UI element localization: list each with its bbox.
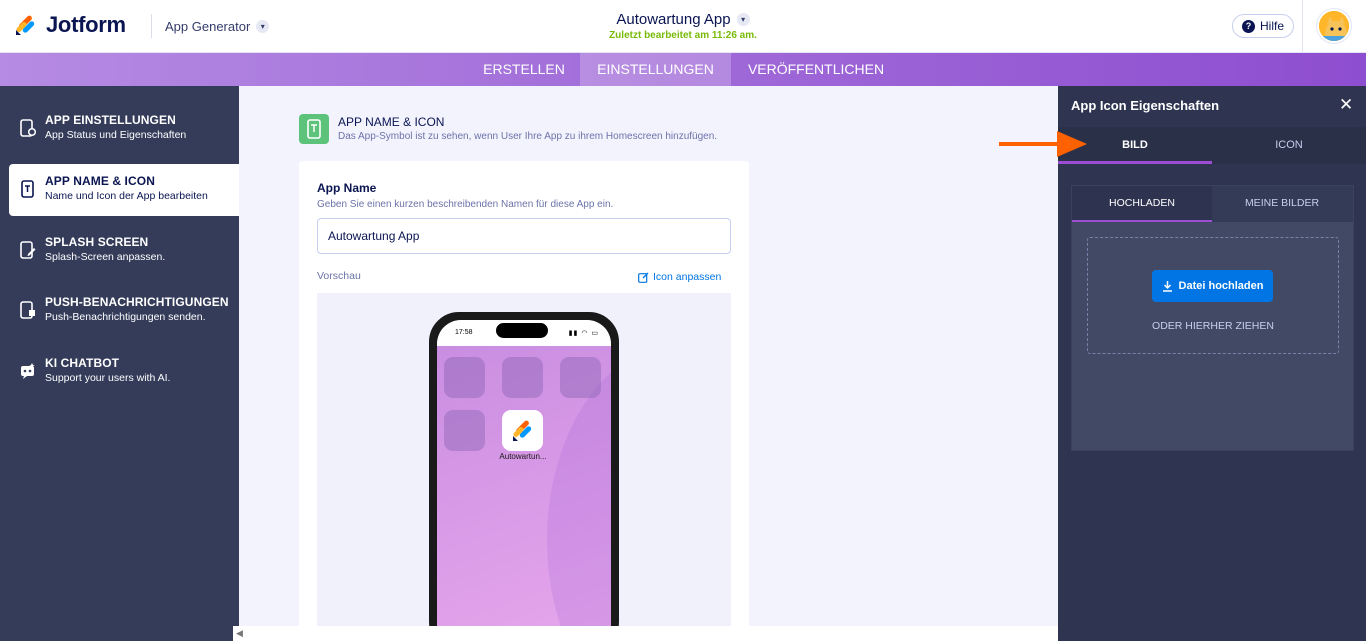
tab-veroeffentlichen[interactable]: VERÖFFENTLICHEN — [731, 53, 901, 86]
top-header: Jotform App Generator ▾ Autowartung App … — [0, 0, 1366, 53]
app-icon-preview — [502, 410, 543, 451]
help-icon: ? — [1242, 19, 1255, 33]
phone-text-icon — [21, 180, 34, 198]
phone-notch — [496, 323, 548, 338]
phone-gear-icon — [20, 119, 36, 137]
upload-file-label: Datei hochladen — [1178, 280, 1264, 292]
help-label: Hilfe — [1260, 19, 1285, 33]
placeholder-app-tile — [444, 357, 485, 398]
phone-screen: 17:58 ▮▮ ◠ ▭ Autowartun... — [437, 320, 611, 641]
app-name-label: App Name — [317, 181, 377, 195]
last-edited-status: Zuletzt bearbeitet am 11:26 am. — [609, 30, 757, 41]
placeholder-app-tile — [502, 357, 543, 398]
header-divider — [1302, 0, 1303, 53]
app-name-help: Geben Sie einen kurzen beschreibenden Na… — [317, 199, 614, 210]
sidebar-item-subtitle: Name und Icon der App bearbeiten — [45, 190, 208, 202]
main-nav: ERSTELLEN EINSTELLUNGEN VERÖFFENTLICHEN — [0, 53, 1366, 86]
download-icon — [1162, 281, 1172, 292]
placeholder-app-tile — [444, 410, 485, 451]
edit-icon — [638, 272, 649, 283]
jotform-logo-icon — [513, 420, 532, 441]
customize-icon-label: Icon anpassen — [653, 271, 722, 283]
horizontal-scrollbar[interactable]: ◀ — [233, 626, 1058, 641]
sidebar-item-ai-chatbot[interactable]: KI CHATBOT Support your users with AI. — [9, 346, 239, 398]
app-title-block: Autowartung App ▾ Zuletzt bearbeitet am … — [0, 11, 1366, 41]
sidebar-item-splash-screen[interactable]: SPLASH SCREEN Splash-Screen anpassen. — [9, 225, 239, 277]
section-subtitle: Das App-Symbol ist zu sehen, wenn User I… — [338, 131, 718, 142]
sidebar-item-title: SPLASH SCREEN — [45, 235, 149, 249]
phone-notification-icon — [20, 301, 35, 319]
sidebar-item-push-notifications[interactable]: PUSH-BENACHRICHTIGUNGEN Push-Benachricht… — [9, 285, 239, 337]
sidebar-item-subtitle: App Status und Eigenschaften — [45, 129, 187, 141]
app-name-card: App Name Geben Sie einen kurzen beschrei… — [299, 161, 749, 641]
phone-time: 17:58 — [455, 329, 473, 336]
phone-text-icon — [307, 119, 321, 139]
sidebar-item-title: PUSH-BENACHRICHTIGUNGEN — [45, 295, 229, 309]
app-icon-properties-panel: App Icon Eigenschaften ✕ BILD ICON HOCHL… — [1058, 86, 1366, 641]
placeholder-app-tile — [560, 357, 601, 398]
scroll-left-icon[interactable]: ◀ — [236, 628, 243, 639]
app-icon-label: Autowartun... — [499, 452, 547, 461]
sidebar-item-subtitle: Support your users with AI. — [45, 372, 171, 384]
tab-icon[interactable]: ICON — [1212, 127, 1366, 164]
preview-label: Vorschau — [317, 270, 361, 282]
upload-file-button[interactable]: Datei hochladen — [1152, 270, 1273, 302]
avatar[interactable] — [1317, 9, 1351, 43]
sidebar-item-subtitle: Push-Benachrichtigungen senden. — [45, 311, 206, 323]
app-title: Autowartung App — [616, 11, 731, 28]
panel-title: App Icon Eigenschaften — [1071, 98, 1220, 113]
sidebar-item-title: KI CHATBOT — [45, 356, 120, 370]
tab-erstellen[interactable]: ERSTELLEN — [469, 53, 579, 86]
tab-hochladen[interactable]: HOCHLADEN — [1072, 186, 1212, 222]
phone-mockup: 17:58 ▮▮ ◠ ▭ Autowartun... — [429, 312, 619, 641]
customize-icon-link[interactable]: Icon anpassen — [638, 271, 721, 283]
close-icon[interactable]: ✕ — [1339, 95, 1353, 115]
app-name-icon-section-icon — [299, 114, 329, 144]
drag-here-text: ODER HIERHER ZIEHEN — [1152, 320, 1274, 332]
sidebar-item-title: APP NAME & ICON — [45, 174, 155, 188]
section-title: APP NAME & ICON — [338, 115, 445, 129]
upload-box: HOCHLADEN MEINE BILDER Datei hochladen O… — [1071, 185, 1354, 451]
file-dropzone[interactable]: Datei hochladen ODER HIERHER ZIEHEN — [1087, 237, 1339, 354]
tab-meine-bilder[interactable]: MEINE BILDER — [1212, 186, 1352, 222]
app-name-input[interactable] — [317, 218, 731, 254]
help-button[interactable]: ? Hilfe — [1232, 14, 1295, 38]
signal-wifi-battery-icon: ▮▮ ◠ ▭ — [568, 330, 599, 337]
phone-preview: 17:58 ▮▮ ◠ ▭ Autowartun... — [317, 293, 731, 641]
tab-einstellungen[interactable]: EINSTELLUNGEN — [580, 53, 731, 86]
phone-edit-icon — [20, 241, 36, 259]
panel-tabs: BILD ICON — [1058, 127, 1366, 164]
chatbot-icon — [21, 363, 35, 379]
app-title-dropdown[interactable]: Autowartung App ▾ — [616, 11, 750, 28]
sidebar-item-title: APP EINSTELLUNGEN — [45, 113, 176, 127]
sidebar-item-app-settings[interactable]: APP EINSTELLUNGEN App Status und Eigensc… — [9, 103, 239, 155]
phone-status-bar: 17:58 ▮▮ ◠ ▭ — [437, 320, 611, 346]
sidebar-item-subtitle: Splash-Screen anpassen. — [45, 251, 166, 263]
annotation-arrow-icon — [999, 131, 1087, 157]
settings-sidebar: APP EINSTELLUNGEN App Status und Eigensc… — [0, 86, 239, 641]
sidebar-item-app-name-icon[interactable]: APP NAME & ICON Name und Icon der App be… — [9, 164, 239, 216]
chevron-down-icon: ▾ — [736, 13, 750, 26]
upload-tabs: HOCHLADEN MEINE BILDER — [1072, 186, 1353, 222]
